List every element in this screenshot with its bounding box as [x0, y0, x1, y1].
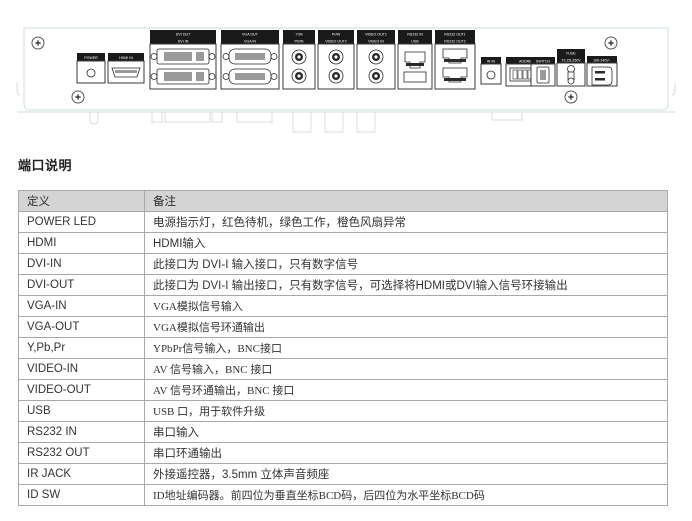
- cell-note: VGA模拟信号环通输出: [144, 316, 668, 338]
- cell-definition: ID SW: [18, 484, 145, 506]
- cell-definition: Y,Pb,Pr: [18, 337, 145, 359]
- svg-text:RS232 OUT2: RS232 OUT2: [444, 40, 466, 44]
- svg-text:DVI IN: DVI IN: [178, 40, 189, 44]
- svg-text:HDMI IN: HDMI IN: [119, 56, 133, 60]
- svg-text:VIDEO OUT1: VIDEO OUT1: [365, 33, 387, 37]
- dvi-connector-bottom: [150, 68, 216, 85]
- table-row: Y,Pb,Pr YPbPr信号输入，BNC接口: [18, 337, 668, 359]
- table-row: IR JACK 外接遥控器，3.5mm 立体声音频座: [18, 463, 668, 485]
- panel-cutouts-shadow: [89, 111, 523, 133]
- cell-note: ID地址编码器。前四位为垂直坐标BCD码，后四位为水平坐标BCD码: [144, 484, 668, 506]
- cell-note: 此接口为 DVI-I 输出接口，只有数字信号，可选择将HDMI或DVI输入信号环…: [144, 274, 668, 296]
- vga-port-block: VGA OUT VGA IN: [220, 30, 280, 90]
- table-row: VIDEO-OUT AV 信号环通输出，BNC 接口: [18, 379, 668, 401]
- table-row: HDMI HDMI输入: [18, 232, 668, 254]
- svg-text:Pb/IN: Pb/IN: [295, 40, 304, 44]
- ac-inlet: 100-240V~: [586, 56, 618, 87]
- cell-note: 串口环通输出: [144, 442, 668, 464]
- cell-definition: DVI-IN: [18, 253, 145, 275]
- svg-text:FUSE: FUSE: [566, 52, 576, 56]
- cell-note: VGA模拟信号输入: [144, 295, 668, 317]
- cell-note: 此接口为 DVI-I 输入接口，只有数字信号: [144, 253, 668, 275]
- table-row: VIDEO-IN AV 信号输入，BNC 接口: [18, 358, 668, 380]
- cell-definition: RS232 OUT: [18, 442, 145, 464]
- table-row: VGA-OUT VGA模拟信号环通输出: [18, 316, 668, 338]
- cell-note: HDMI输入: [144, 232, 668, 254]
- cell-definition: IR JACK: [18, 463, 145, 485]
- table-row: RS232 IN 串口输入: [18, 421, 668, 443]
- power-switch: SWITCH: [530, 57, 556, 87]
- cell-note: YPbPr信号输入，BNC接口: [144, 337, 668, 359]
- table-row: DVI-IN 此接口为 DVI-I 输入接口，只有数字信号: [18, 253, 668, 275]
- power-led-port: POWER: [76, 53, 106, 84]
- cell-note: 外接遥控器，3.5mm 立体声音频座: [144, 463, 668, 485]
- vga-connector-bottom: [222, 68, 278, 85]
- table-body: POWER LED 电源指示灯，红色待机，绿色工作，橙色风扇异常 HDMI HDMI输…: [18, 211, 668, 506]
- cell-definition: POWER LED: [18, 211, 145, 233]
- hdmi-port: HDMI IN: [107, 53, 145, 84]
- bnc-vovi-block: VIDEO OUT1 VIDEO IN: [356, 30, 396, 90]
- cell-definition: VGA-OUT: [18, 316, 145, 338]
- page-root: .chassis { fill:#ffffff; stroke:#cfe3d6;…: [0, 0, 692, 521]
- page-title: 端口说明: [18, 158, 73, 173]
- ir-in-jack: IR IN: [480, 57, 502, 85]
- cell-definition: VGA-IN: [18, 295, 145, 317]
- dvi-connector-top: [150, 48, 216, 65]
- svg-text:RS232 IN: RS232 IN: [407, 33, 423, 37]
- cell-definition: VIDEO-IN: [18, 358, 145, 380]
- table-row: USB USB 口，用于软件升级: [18, 400, 668, 422]
- cell-note: AV 信号输入，BNC 接口: [144, 358, 668, 380]
- svg-text:VGA OUT: VGA OUT: [242, 33, 259, 37]
- svg-text:Y/IN: Y/IN: [296, 33, 303, 37]
- dvi-port-block: DVI OUT DVI IN: [149, 30, 217, 90]
- cell-definition: DVI-OUT: [18, 274, 145, 296]
- rs232-out-block: RS232 OUT1 RS232 OUT2: [434, 30, 476, 90]
- rear-panel-svg: .chassis { fill:#ffffff; stroke:#cfe3d6;…: [16, 27, 676, 133]
- svg-text:USB: USB: [411, 40, 419, 44]
- bnc-prvo-block: Pr/IN VIDEO OUT2: [317, 30, 355, 90]
- vga-connector-top: [222, 48, 278, 65]
- port-description-table: 定义 备注 POWER LED 电源指示灯，红色待机，绿色工作，橙色风扇异常 HDM…: [18, 190, 668, 506]
- svg-text:T3.15L250V: T3.15L250V: [561, 59, 581, 63]
- svg-text:SWITCH: SWITCH: [536, 60, 551, 64]
- cell-note: AV 信号环通输出，BNC 接口: [144, 379, 668, 401]
- svg-text:RS232 OUT1: RS232 OUT1: [444, 33, 466, 37]
- cell-definition: VIDEO-OUT: [18, 379, 145, 401]
- svg-text:POWER: POWER: [84, 56, 98, 60]
- svg-text:VIDEO IN: VIDEO IN: [368, 40, 384, 44]
- table-row: RS232 OUT 串口环通输出: [18, 442, 668, 464]
- fuse-holder: FUSE T3.15L250V: [556, 49, 586, 87]
- bnc-ypb-block: Y/IN Pb/IN: [282, 30, 316, 90]
- table-header-row: 定义 备注: [18, 190, 668, 212]
- svg-text:Pr/IN: Pr/IN: [332, 33, 341, 37]
- svg-text:DVI OUT: DVI OUT: [176, 33, 191, 37]
- column-header-definition: 定义: [18, 190, 145, 212]
- svg-text:VGA IN: VGA IN: [244, 40, 256, 44]
- table-row: DVI-OUT 此接口为 DVI-I 输出接口，只有数字信号，可选择将HDMI或D…: [18, 274, 668, 296]
- column-header-note: 备注: [144, 190, 668, 212]
- cell-note: USB 口，用于软件升级: [144, 400, 668, 422]
- cell-note: 串口输入: [144, 421, 668, 443]
- table-row: POWER LED 电源指示灯，红色待机，绿色工作，橙色风扇异常: [18, 211, 668, 233]
- table-row: VGA-IN VGA模拟信号输入: [18, 295, 668, 317]
- svg-text:IR IN: IR IN: [487, 60, 496, 64]
- svg-text:VIDEO OUT2: VIDEO OUT2: [325, 40, 347, 44]
- cell-definition: USB: [18, 400, 145, 422]
- device-rear-panel-figure: .chassis { fill:#ffffff; stroke:#cfe3d6;…: [0, 0, 692, 140]
- table-row: ID SW ID地址编码器。前四位为垂直坐标BCD码，后四位为水平坐标BCD码: [18, 484, 668, 506]
- rs232-in-usb: RS232 IN USB: [397, 30, 433, 90]
- cell-definition: HDMI: [18, 232, 145, 254]
- svg-text:100-240V~: 100-240V~: [593, 59, 611, 63]
- cell-note: 电源指示灯，红色待机，绿色工作，橙色风扇异常: [144, 211, 668, 233]
- cell-definition: RS232 IN: [18, 421, 145, 443]
